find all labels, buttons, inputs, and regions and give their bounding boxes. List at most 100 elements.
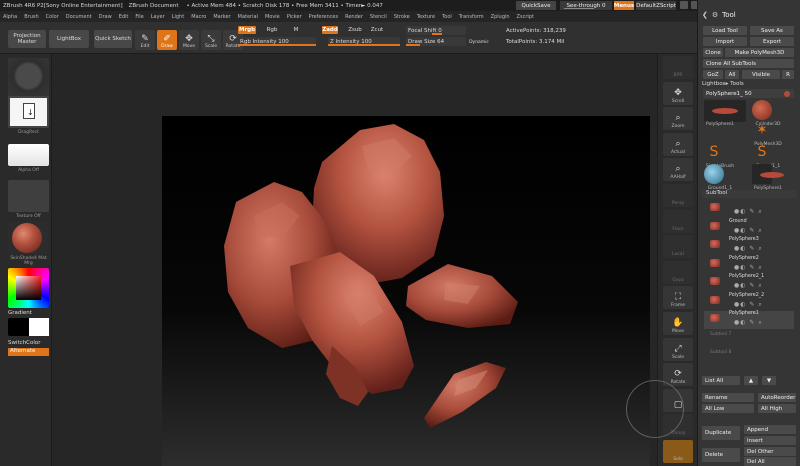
clone-button[interactable]: Clone	[703, 48, 723, 57]
tool-edit-button[interactable]: ✎ Edit	[135, 30, 155, 50]
all-low-button[interactable]: All Low	[702, 404, 754, 413]
texture-thumbnail[interactable]	[8, 180, 49, 212]
tool-thumbnail[interactable]	[704, 100, 746, 122]
make-polymesh3d-button[interactable]: Make PolyMesh3D	[725, 48, 794, 57]
tool-palette-header[interactable]: ❮ ⚙ Tool	[698, 8, 800, 22]
z-intensity-slider[interactable]: Z Intensity 100	[328, 37, 400, 46]
menu-marker[interactable]: Marker	[213, 14, 230, 20]
menu-stencil[interactable]: Stencil	[370, 14, 387, 20]
document-canvas[interactable]	[162, 116, 650, 466]
subtool-row[interactable]: PolySphere2 ●◐ ✎ ⌕	[704, 256, 794, 274]
subtool-visibility-icon[interactable]: ●◐ ✎ ⌕	[734, 208, 763, 216]
shelf-bpr-button[interactable]: BPR	[663, 56, 693, 79]
main-color-swatch[interactable]	[8, 318, 49, 336]
see-through-slider[interactable]: See-through 0	[560, 1, 612, 10]
tool-thumbnail[interactable]: S	[752, 142, 772, 162]
r-button[interactable]: R	[782, 70, 794, 79]
menu-render[interactable]: Render	[345, 14, 363, 20]
shelf-persp-button[interactable]: Persp	[663, 184, 693, 207]
load-tool-button[interactable]: Load Tool	[703, 26, 747, 35]
menu-document[interactable]: Document	[66, 14, 92, 20]
shelf-scroll-button[interactable]: ✥ Scroll	[663, 81, 693, 105]
del-all-button[interactable]: Del All	[744, 457, 796, 466]
shelf-local-button[interactable]: Local	[663, 235, 693, 259]
menu-brush[interactable]: Brush	[24, 14, 38, 20]
color-picker[interactable]	[8, 268, 49, 308]
menu-file[interactable]: File	[135, 14, 143, 20]
menu-edit[interactable]: Edit	[119, 14, 129, 20]
menu-picker[interactable]: Picker	[287, 14, 302, 20]
mrgb-toggle[interactable]: Mrgb	[238, 26, 256, 34]
duplicate-button[interactable]: Duplicate	[702, 426, 740, 440]
navigation-gizmo[interactable]	[626, 380, 684, 438]
tool-thumbnail[interactable]: ✶	[752, 120, 772, 140]
menu-light[interactable]: Light	[172, 14, 184, 20]
autoreorder-button[interactable]: AutoReorder	[758, 393, 796, 402]
tool-draw-button[interactable]: ✐ Draw	[157, 30, 177, 50]
subtool-row[interactable]: PolySphere1 ●◐ ✎ ⌕	[704, 311, 794, 329]
shelf-aahalf-button[interactable]: ⌕ AAHalf	[663, 158, 693, 182]
menu-stroke[interactable]: Stroke	[394, 14, 410, 20]
lightbox-button[interactable]: LightBox	[49, 30, 89, 48]
menu-alpha[interactable]: Alpha	[3, 14, 17, 20]
subtool-row[interactable]: PolySphere2_2 ●◐ ✎ ⌕	[704, 293, 794, 311]
rename-button[interactable]: Rename	[702, 393, 754, 402]
menu-macro[interactable]: Macro	[191, 14, 206, 20]
delete-button[interactable]: Delete	[702, 448, 740, 462]
tool-thumbnail[interactable]: S	[704, 142, 724, 162]
dynamic-toggle[interactable]: Dynamic	[466, 38, 492, 46]
subtool-header[interactable]: SubTool	[702, 190, 797, 198]
append-button[interactable]: Append	[744, 425, 796, 434]
subtool-row[interactable]: PolySphere2_1 ●◐ ✎ ⌕	[704, 274, 794, 292]
subtool-row[interactable]: Ground ●◐ ✎ ⌕	[704, 219, 794, 237]
clone-all-subtools-button[interactable]: Clone All SubTools	[703, 59, 794, 68]
rgb-intensity-slider[interactable]: Rgb Intensity 100	[238, 37, 316, 46]
brush-thumbnail[interactable]	[8, 58, 49, 98]
quicksave-button[interactable]: QuickSave	[516, 1, 556, 10]
collapse-icon[interactable]: ❮	[702, 11, 708, 19]
secondary-color-swatch[interactable]	[29, 318, 49, 336]
menu-zplugin[interactable]: Zplugin	[491, 14, 510, 20]
shelf-zoom-button[interactable]: ⌕ Zoom	[663, 107, 693, 131]
lightbox-tools-link[interactable]: Lightbox▸ Tools	[702, 81, 797, 87]
menu-tool[interactable]: Tool	[442, 14, 452, 20]
menu-draw[interactable]: Draw	[99, 14, 112, 20]
help-icon[interactable]	[680, 1, 688, 9]
subtool-visibility-icon[interactable]: ●◐ ✎ ⌕	[734, 319, 763, 327]
menus-toggle[interactable]: Menus	[614, 1, 634, 10]
menu-transform[interactable]: Transform	[459, 14, 484, 20]
tool-thumbnail[interactable]	[752, 100, 772, 120]
shelf-gxyz-button[interactable]: Gxyz	[663, 260, 693, 284]
alternate-button[interactable]: Alternate	[8, 348, 49, 356]
shelf-actual-button[interactable]: ⌕ Actual	[663, 132, 693, 156]
material-thumbnail[interactable]	[8, 222, 49, 254]
move-down-button[interactable]: ▼	[762, 376, 776, 385]
stroke-thumbnail[interactable]: ↓	[8, 96, 49, 128]
all-high-button[interactable]: All High	[758, 404, 796, 413]
subtool-row[interactable]: ●◐ ✎ ⌕	[704, 200, 794, 218]
switchcolor-button[interactable]: SwitchColor	[8, 340, 41, 346]
shelf-floor-button[interactable]: Floor	[663, 209, 693, 233]
shelf-solo-button[interactable]: Solo	[663, 440, 693, 463]
list-all-button[interactable]: List All	[702, 376, 740, 385]
export-button[interactable]: Export	[750, 37, 794, 46]
menu-layer[interactable]: Layer	[151, 14, 165, 20]
tool-thumbnail[interactable]	[752, 164, 784, 184]
all-button[interactable]: All	[725, 70, 739, 79]
menu-texture[interactable]: Texture	[417, 14, 435, 20]
current-tool-slider[interactable]: PolySphere1_ 50	[703, 89, 794, 98]
focal-shift-slider[interactable]: Focal Shift 0	[406, 26, 466, 35]
m-toggle[interactable]: M	[292, 26, 300, 34]
subtool-visibility-icon[interactable]: ●◐ ✎ ⌕	[734, 227, 763, 235]
default-zscript-button[interactable]: DefaultZScript	[636, 1, 676, 10]
zcut-toggle[interactable]: Zcut	[370, 26, 384, 34]
tool-move-button[interactable]: ✥ Move	[179, 30, 199, 50]
quick-sketch-button[interactable]: Quick Sketch	[94, 30, 132, 48]
menu-movie[interactable]: Movie	[265, 14, 280, 20]
subtool-row[interactable]: PolySphere3 ●◐ ✎ ⌕	[704, 237, 794, 255]
del-other-button[interactable]: Del Other	[744, 447, 796, 456]
visible-button[interactable]: Visible	[742, 70, 780, 79]
import-button[interactable]: Import	[703, 37, 747, 46]
save-as-button[interactable]: Save As	[750, 26, 794, 35]
rgb-toggle[interactable]: Rgb	[264, 26, 280, 34]
